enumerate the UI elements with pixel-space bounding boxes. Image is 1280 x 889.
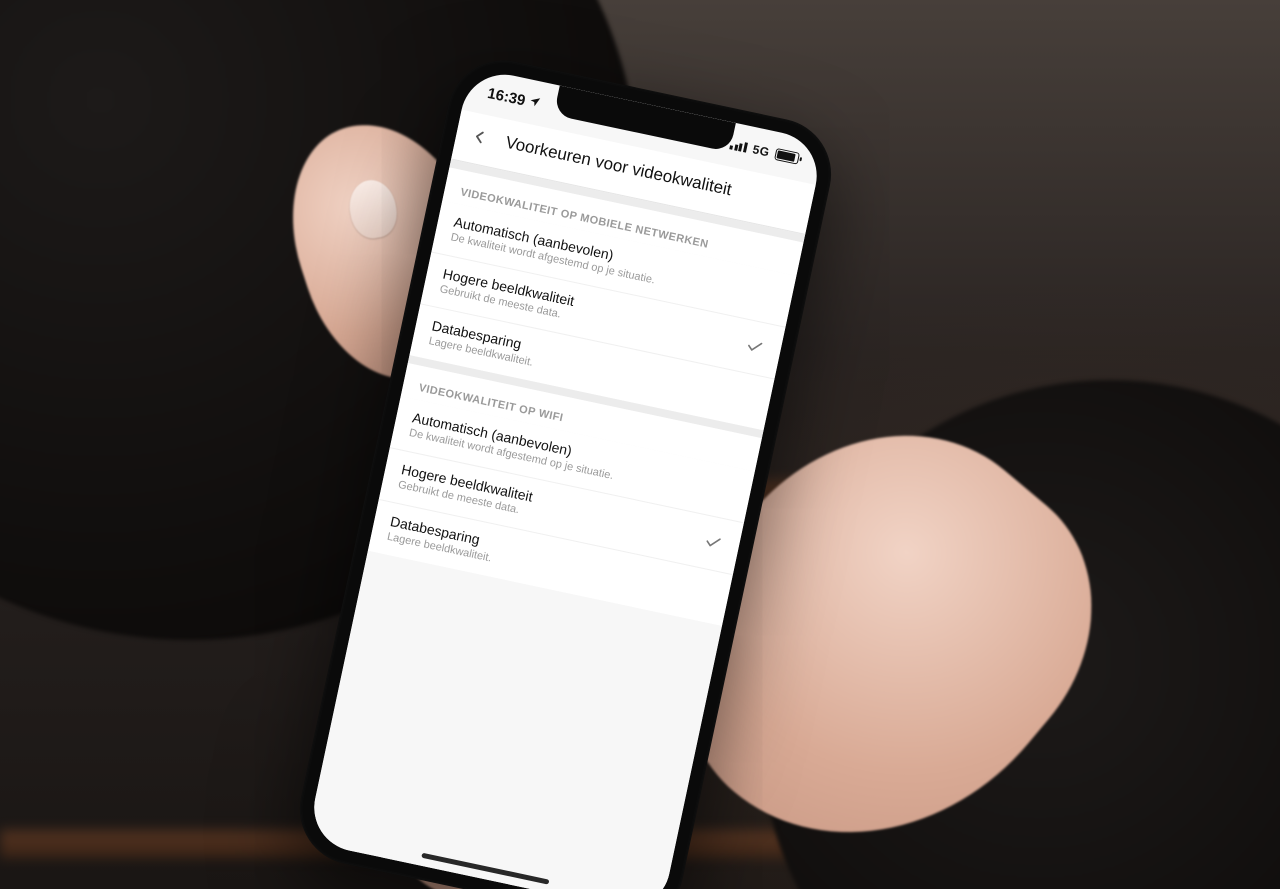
location-icon [527, 93, 542, 112]
scene-background: 16:39 5G [0, 0, 1280, 889]
battery-icon [774, 148, 800, 165]
check-icon [732, 387, 756, 411]
check-icon [743, 335, 767, 359]
check-icon [690, 582, 714, 606]
check-icon [754, 283, 778, 307]
signal-icon [730, 139, 748, 152]
network-type: 5G [751, 142, 771, 159]
status-time: 16:39 [486, 84, 527, 109]
check-icon [701, 531, 725, 555]
check-icon [712, 479, 736, 503]
back-button[interactable] [459, 117, 499, 157]
chevron-left-icon [467, 125, 491, 149]
